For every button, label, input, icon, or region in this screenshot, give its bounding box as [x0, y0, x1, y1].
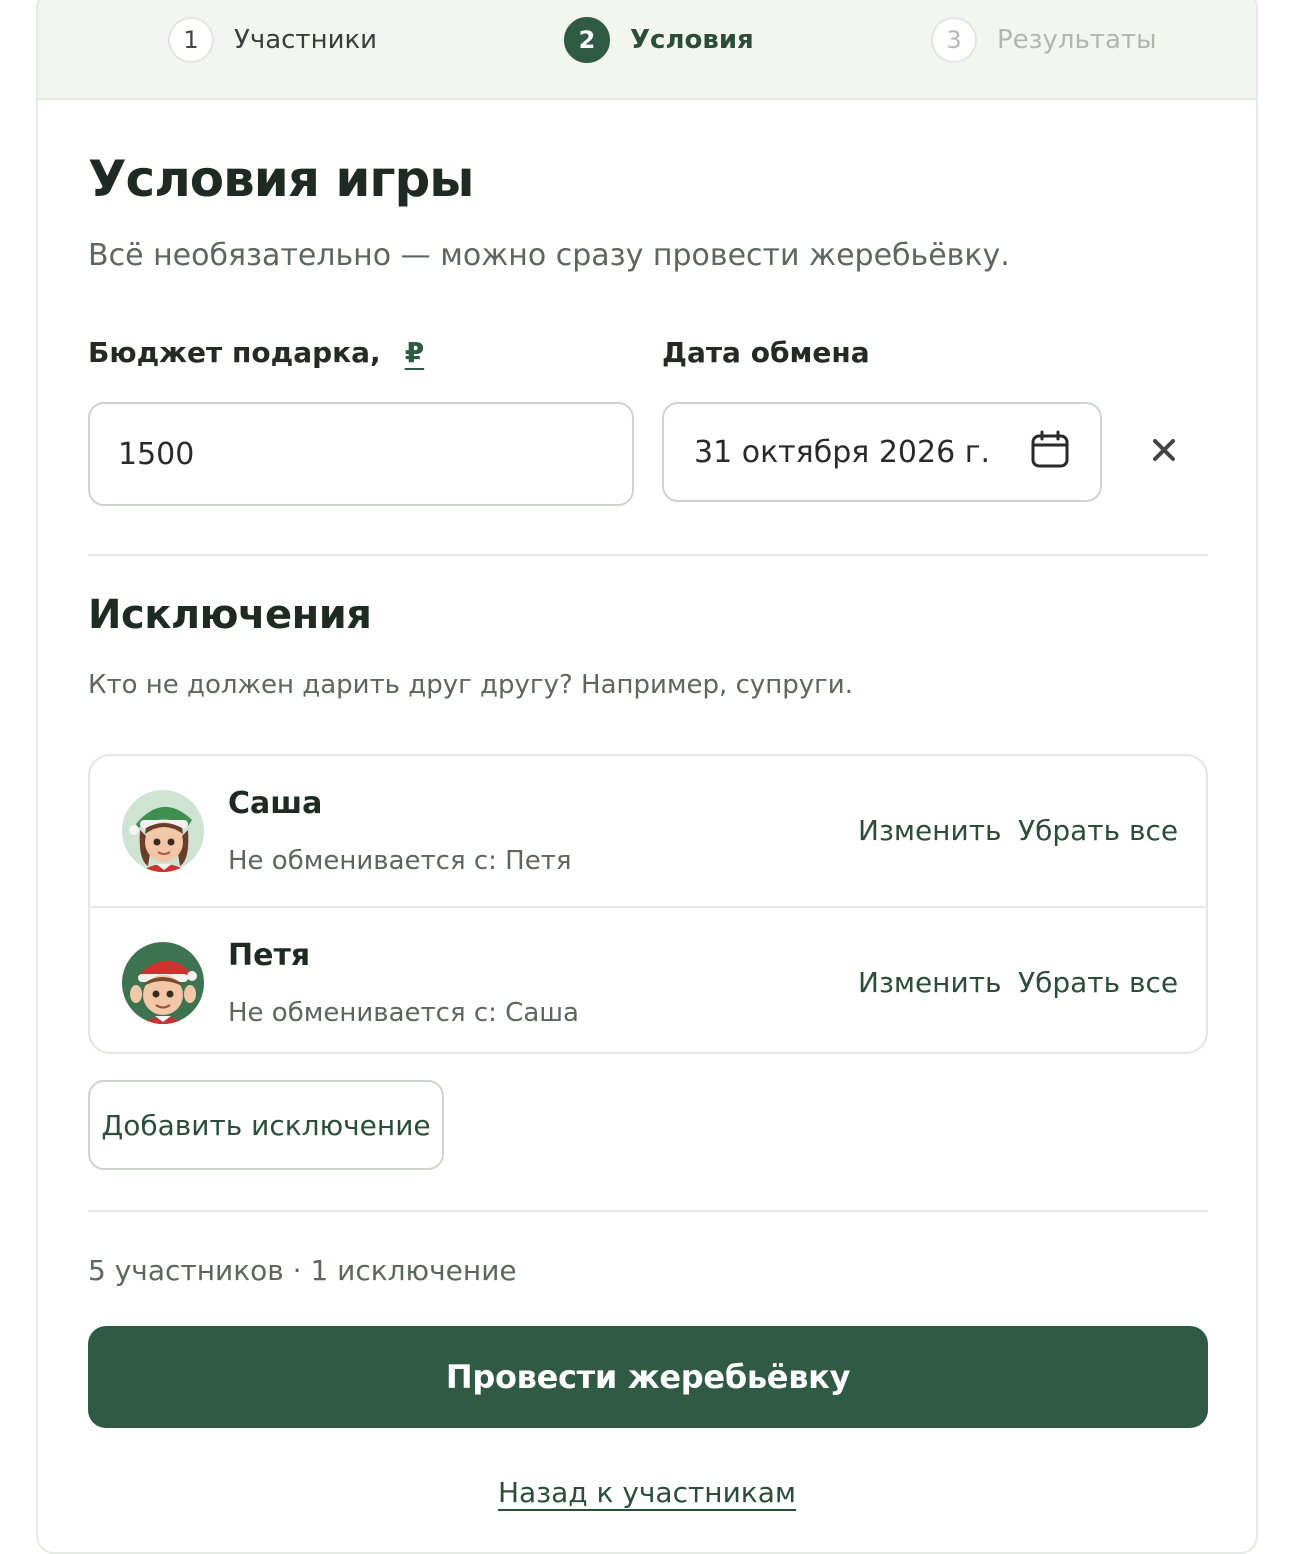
- back-link-container: Назад к участникам: [38, 1476, 1256, 1509]
- date-field[interactable]: 31 октября 2026 г.: [662, 402, 1102, 502]
- remove-all-button[interactable]: Убрать все: [1018, 966, 1178, 999]
- date-label: Дата обмена: [662, 336, 870, 369]
- summary-text: 5 участников · 1 исключение: [88, 1254, 517, 1287]
- list-item: Петя Не обменивается с: Саша Изменить Уб…: [90, 906, 1206, 1052]
- date-value: 31 октября 2026 г.: [694, 434, 991, 470]
- elf-boy-avatar: [122, 942, 204, 1024]
- calendar-icon[interactable]: [1030, 430, 1070, 474]
- edit-exclusion-button[interactable]: Изменить: [858, 814, 1002, 847]
- list-item: Саша Не обменивается с: Петя Изменить Уб…: [90, 756, 1206, 906]
- page-title: Условия игры: [88, 150, 475, 208]
- elf-girl-avatar: [122, 790, 204, 872]
- step-label: Условия: [630, 25, 754, 55]
- currency-selector[interactable]: ₽: [405, 336, 424, 369]
- step-label: Участники: [234, 25, 378, 55]
- exclusions-description: Кто не должен дарить друг другу? Наприме…: [88, 670, 853, 700]
- step-conditions[interactable]: 2 Условия: [564, 15, 754, 65]
- close-icon[interactable]: [1146, 432, 1182, 468]
- participant-name: Петя: [228, 938, 311, 973]
- back-to-participants-link[interactable]: Назад к участникам: [498, 1476, 796, 1509]
- participant-name: Саша: [228, 786, 323, 821]
- page-subtitle: Всё необязательно — можно сразу провести…: [88, 238, 1010, 273]
- step-number: 1: [168, 17, 214, 63]
- step-number: 2: [564, 17, 610, 63]
- step-number: 3: [931, 17, 977, 63]
- budget-label: Бюджет подарка, ₽: [88, 336, 424, 369]
- run-draw-button[interactable]: Провести жеребьёвку: [88, 1326, 1208, 1428]
- exclusion-detail: Не обменивается с: Саша: [228, 998, 579, 1028]
- stepper: 1 Участники 2 Условия 3 Результаты: [38, 0, 1256, 100]
- edit-exclusion-button[interactable]: Изменить: [858, 966, 1002, 999]
- budget-input[interactable]: [88, 402, 634, 506]
- exclusions-list: Саша Не обменивается с: Петя Изменить Уб…: [88, 754, 1208, 1054]
- divider: [88, 554, 1208, 556]
- step-participants[interactable]: 1 Участники: [168, 15, 377, 65]
- conditions-card: 1 Участники 2 Условия 3 Результаты Услов…: [36, 0, 1258, 1554]
- exclusions-title: Исключения: [88, 592, 372, 638]
- remove-all-button[interactable]: Убрать все: [1018, 814, 1178, 847]
- add-exclusion-button[interactable]: Добавить исключение: [88, 1080, 444, 1170]
- step-results: 3 Результаты: [931, 15, 1157, 65]
- step-label: Результаты: [997, 25, 1157, 55]
- divider: [88, 1210, 1208, 1212]
- exclusion-detail: Не обменивается с: Петя: [228, 846, 572, 876]
- budget-label-text: Бюджет подарка,: [88, 336, 381, 369]
